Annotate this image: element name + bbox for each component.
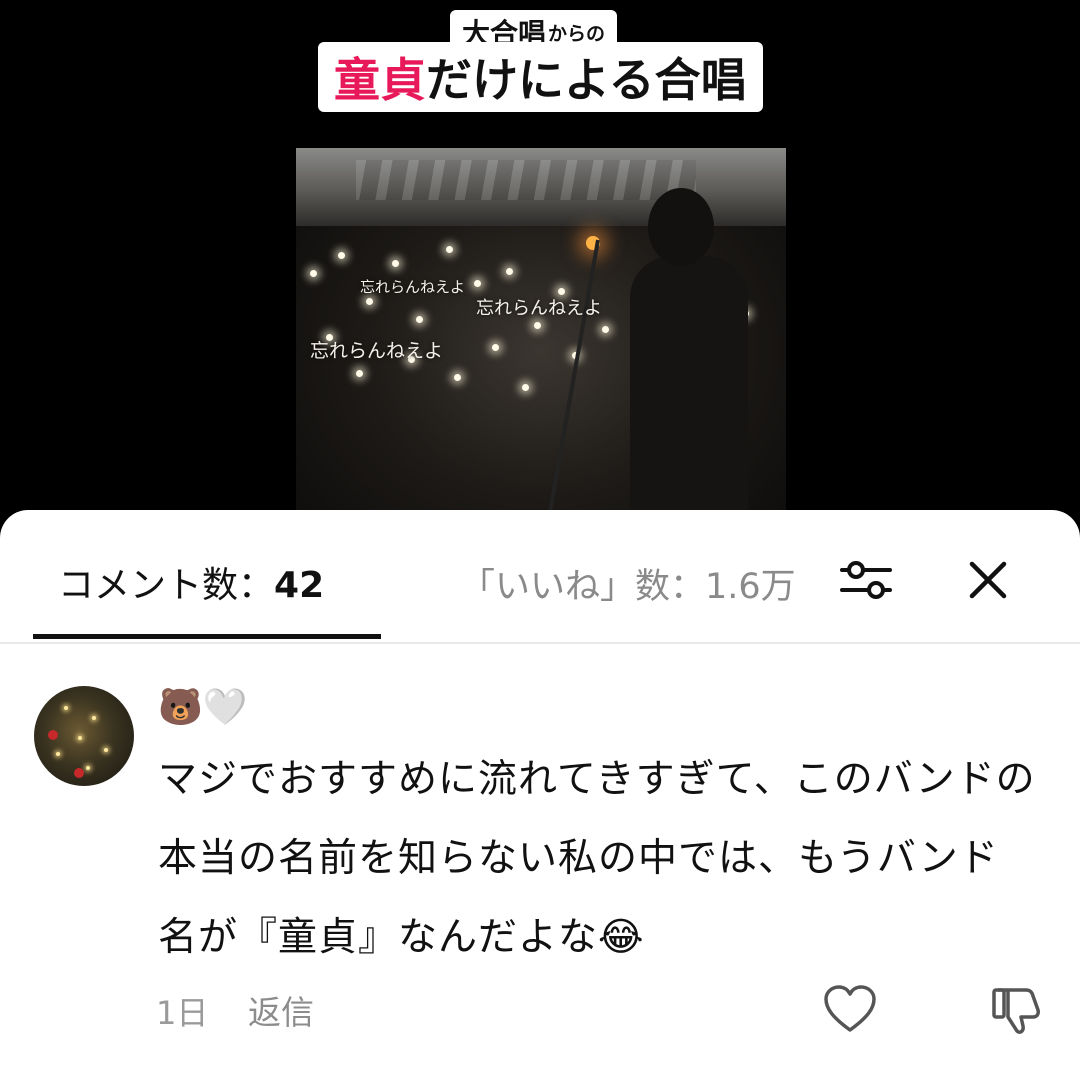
video-player[interactable]: 大合唱 からの 童貞 だけによる合唱 忘れらんねえよ 忘れらんねえよ 忘れらんねえよ	[0, 0, 1080, 540]
tab-comments-label: コメント数：	[58, 565, 275, 606]
caption-highlight: 童貞	[334, 53, 426, 107]
phone-light	[446, 246, 453, 253]
caption-main-text: だけによる合唱	[426, 53, 747, 107]
tab-likes[interactable]: 「いいね」数：1.6万	[460, 558, 816, 609]
phone-light	[392, 260, 399, 267]
lyric-overlay: 忘れらんねえよ	[310, 340, 444, 362]
phone-light	[338, 252, 345, 259]
reply-button[interactable]: 返信	[248, 986, 314, 1034]
phone-light	[474, 280, 481, 287]
filter-button[interactable]	[836, 550, 896, 610]
phone-light	[416, 316, 423, 323]
comment-username[interactable]: 🐻🤍	[158, 686, 248, 728]
phone-light	[534, 322, 541, 329]
avatar-light	[86, 766, 90, 770]
avatar-light	[64, 706, 68, 710]
close-icon	[969, 561, 1007, 599]
phone-light	[356, 370, 363, 377]
avatar-light	[92, 716, 96, 720]
concert-video-frame: 忘れらんねえよ 忘れらんねえよ 忘れらんねえよ	[296, 148, 786, 518]
lyric-overlay: 忘れらんねえよ	[476, 298, 602, 319]
comment-timestamp: 1日	[156, 994, 209, 1032]
phone-light	[506, 268, 513, 275]
comment-sheet-header: コメント数：42 「いいね」数：1.6万	[0, 510, 1080, 644]
phone-light	[602, 326, 609, 333]
avatar-light	[56, 752, 60, 756]
avatar-ornament	[74, 768, 84, 778]
phone-light	[492, 344, 499, 351]
lyric-overlay: 忘れらんねえよ	[360, 278, 466, 296]
singer-silhouette	[630, 256, 748, 518]
heart-icon	[824, 985, 876, 1032]
comment-sheet: コメント数：42 「いいね」数：1.6万 🐻🤍 マジでおすすめに流れてきすぎて、…	[0, 510, 1080, 1067]
avatar[interactable]	[34, 686, 134, 786]
avatar-ornament	[48, 730, 58, 740]
avatar-light	[104, 748, 108, 752]
venue-ceiling	[296, 148, 786, 226]
tab-comments[interactable]: コメント数：42	[58, 556, 324, 608]
mic-stand	[547, 239, 600, 515]
singer-head	[648, 188, 714, 266]
phone-light	[310, 270, 317, 277]
video-caption-main: 童貞 だけによる合唱	[318, 42, 763, 112]
comments-count: 42	[274, 565, 325, 606]
avatar-light	[78, 736, 82, 740]
sliders-icon	[840, 561, 892, 599]
like-button[interactable]	[822, 984, 878, 1036]
phone-light	[522, 384, 529, 391]
phone-light	[366, 298, 373, 305]
comment-text: マジでおすすめに流れてきすぎて、このバンドの本当の名前を知らない私の中では、もう…	[158, 757, 1036, 960]
close-button[interactable]	[958, 550, 1018, 610]
dislike-button[interactable]	[988, 984, 1044, 1036]
thumbs-down-icon	[992, 988, 1040, 1034]
active-tab-indicator	[33, 634, 381, 639]
phone-light	[454, 374, 461, 381]
